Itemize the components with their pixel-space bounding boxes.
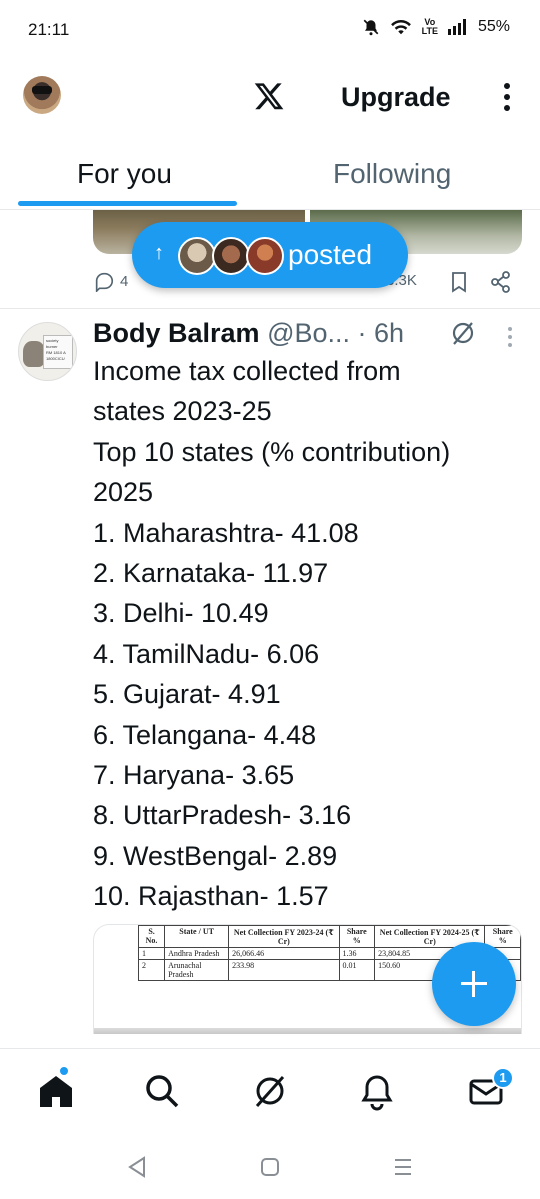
search-icon[interactable] [142,1071,182,1111]
more-options-icon[interactable] [500,82,514,112]
post-time: · 6h [357,318,405,348]
post-more-icon[interactable] [505,326,515,348]
reply-icon [95,272,114,292]
post-text-line: 4. TamilNadu- 6.06 [93,638,320,669]
home-notification-dot [59,1066,69,1076]
new-posts-pill[interactable]: ↑ posted [132,222,408,288]
post-text-line: 1. Maharashtra- 41.08 [93,517,359,548]
post-text-line: Top 10 states (% contribution) [93,436,451,467]
post-author-handle[interactable]: @Bo... [267,318,350,348]
bottom-nav: 1 [0,1048,540,1134]
grok-nav-icon[interactable] [250,1071,290,1111]
avatar [212,237,250,275]
status-icons: Vo LTE 55% [362,18,510,36]
post-text-line: 6. Telangana- 4.48 [93,719,317,750]
new-posts-label: posted [288,239,373,270]
share-icon[interactable] [490,271,512,293]
top-bar: Upgrade [0,62,540,132]
post-text-line: 3. Delhi- 10.49 [93,598,269,629]
tab-following[interactable]: Following [333,158,451,190]
feed-tabs: For you Following [0,148,540,210]
post-text-line: 2025 [93,477,154,508]
compose-post-button[interactable] [432,942,516,1026]
tab-for-you[interactable]: For you [77,158,172,190]
system-navigation [0,1134,540,1199]
status-time: 21:11 [28,20,70,39]
active-tab-indicator [18,201,237,206]
reply-button[interactable]: 4 [93,270,128,292]
post-text-line: 2. Karnataka- 11.97 [93,558,329,589]
bookmark-icon[interactable] [449,271,469,293]
bell-muted-icon [363,19,378,36]
x-logo-icon [254,83,284,110]
status-bar: 21:11 Vo LTE 55% [0,0,540,60]
recent-apps-icon[interactable] [388,1152,418,1182]
messages-badge: 1 [492,1067,514,1089]
upgrade-button[interactable]: Upgrade [341,82,451,113]
home-system-icon[interactable] [255,1152,285,1182]
volte-icon: Vo LTE [421,17,438,36]
avatar [178,237,216,275]
battery-level: 55% [477,18,510,35]
post-text-line: 9. WestBengal- 2.89 [93,840,338,871]
reply-count: 4 [120,272,129,290]
grok-icon[interactable] [450,320,476,346]
post-text-line: 8. UttarPradesh- 3.16 [93,800,352,831]
post-text-line: 10. Rajasthan- 1.57 [93,881,329,912]
post-text-line: 5. Gujarat- 4.91 [93,679,281,710]
arrow-up-icon: ↑ [154,242,164,264]
back-icon[interactable] [122,1152,152,1182]
notifications-icon[interactable] [357,1071,397,1111]
avatar [246,237,284,275]
profile-avatar[interactable] [23,76,61,114]
post-text-line: states 2023-25 [93,396,272,427]
post-author-avatar[interactable]: society burner RM 1810 A 1800CICU [18,322,77,381]
wifi-icon [390,19,411,35]
post-text: Income tax collected from states 2023-25… [93,351,523,917]
post-divider [0,308,540,309]
post-text-line: Income tax collected from [93,356,401,386]
home-icon[interactable] [36,1071,76,1111]
post-text-line: 7. Haryana- 3.65 [93,760,295,791]
signal-icon [447,19,466,35]
post-author-name[interactable]: Body Balram [93,318,260,348]
